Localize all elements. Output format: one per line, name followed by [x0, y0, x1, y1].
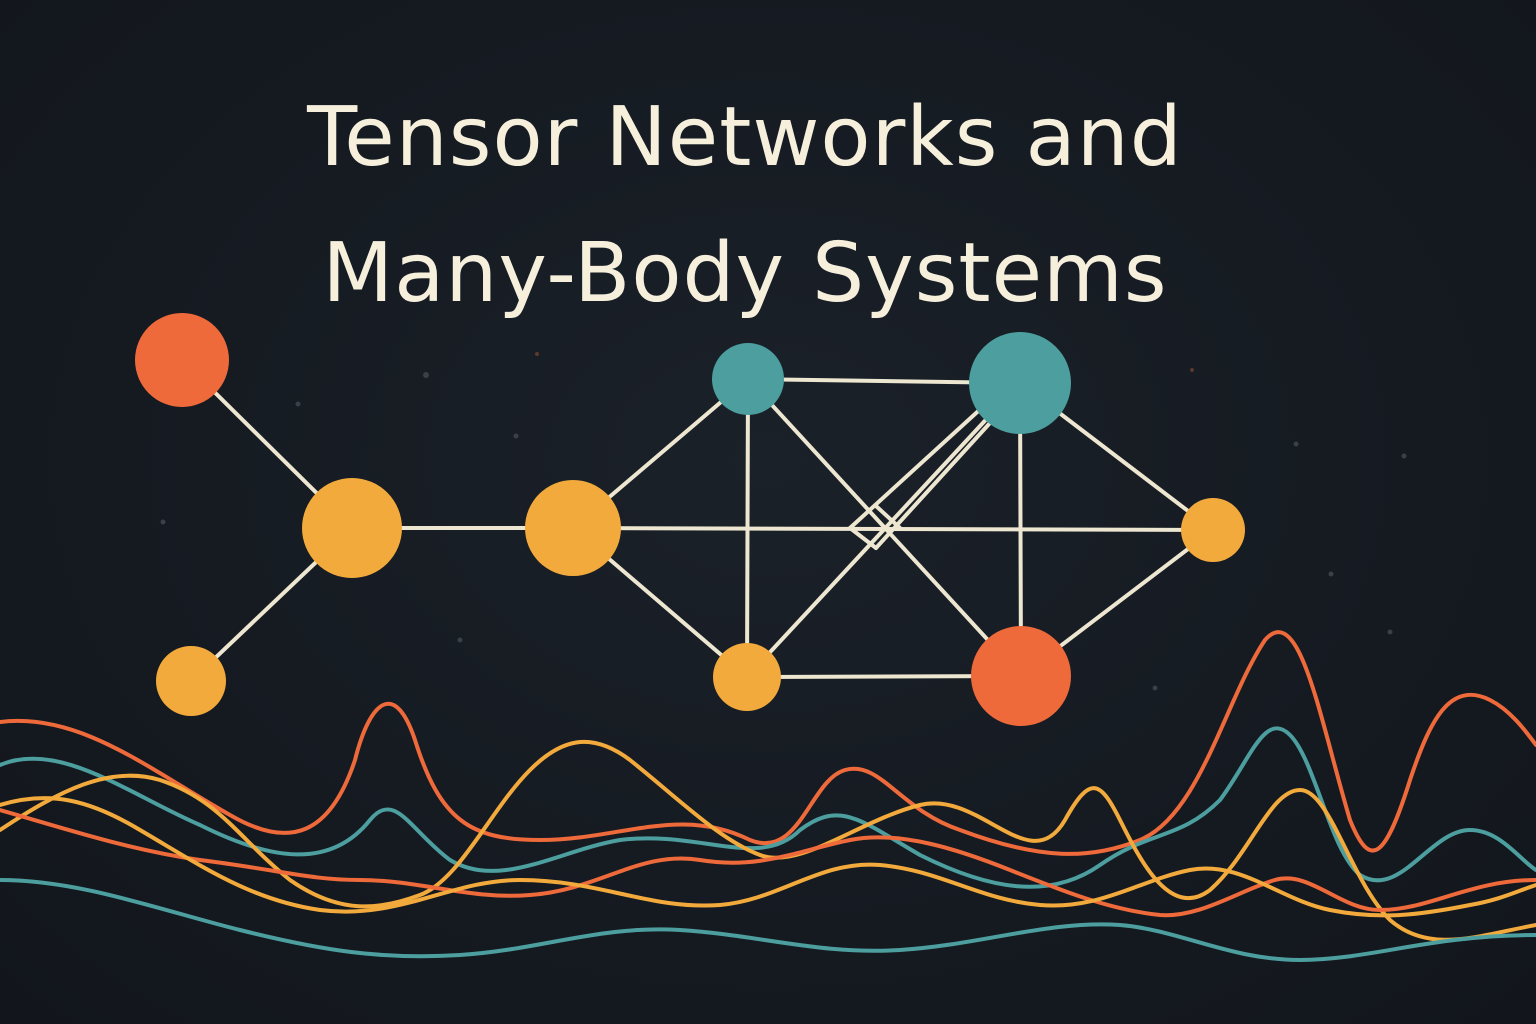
node-yellow	[713, 643, 781, 711]
background-dot	[1328, 571, 1334, 577]
node-orange	[971, 626, 1071, 726]
node-yellow	[1181, 498, 1245, 562]
background-dot	[423, 372, 429, 378]
background-dot	[535, 352, 539, 356]
node-yellow	[302, 478, 402, 578]
title-line-2: Many-Body Systems	[322, 226, 1168, 321]
background-dot	[457, 637, 463, 643]
title-line-1: Tensor Networks and	[307, 90, 1183, 185]
edge	[848, 402, 988, 530]
node-teal	[712, 343, 784, 415]
node-yellow	[156, 646, 226, 716]
background-dot	[1387, 629, 1393, 635]
network-nodes	[135, 313, 1245, 726]
background-dot	[1190, 368, 1194, 372]
background-dot	[160, 519, 166, 525]
page-title: Tensor Networks and Many-Body Systems	[0, 70, 1490, 342]
edge	[848, 526, 878, 550]
background-dot	[295, 401, 301, 407]
background-dot	[1293, 441, 1299, 447]
background-dot	[1152, 685, 1158, 691]
edge	[745, 377, 750, 679]
node-teal	[969, 332, 1071, 434]
poster: Tensor Networks and Many-Body Systems	[0, 0, 1536, 1024]
background-dot	[1401, 453, 1407, 459]
background-dot	[513, 433, 519, 439]
node-yellow	[525, 480, 621, 576]
